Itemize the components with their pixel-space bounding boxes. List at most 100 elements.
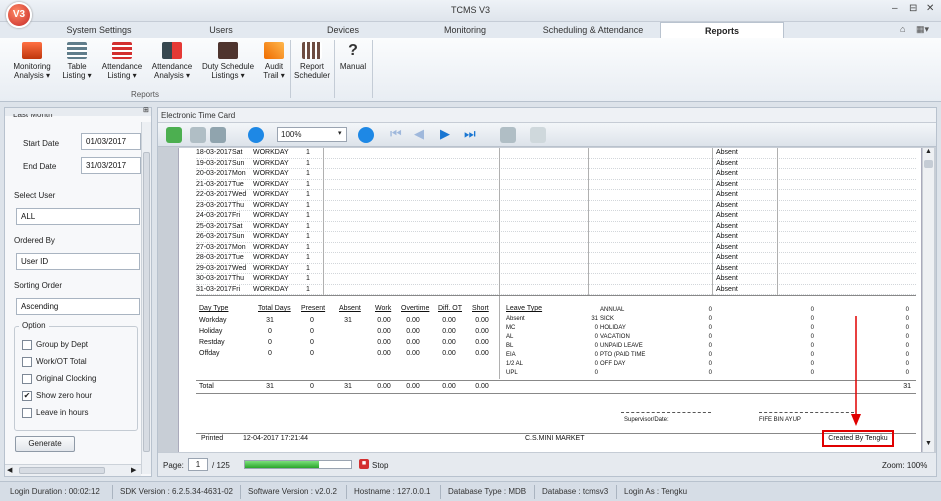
manual-button[interactable]: ? Manual bbox=[336, 40, 370, 88]
summary-cell: 0.00 bbox=[406, 383, 420, 390]
day-type: WORKDAY bbox=[253, 233, 289, 240]
day-count: 1 bbox=[306, 243, 310, 251]
day-count: 1 bbox=[306, 180, 310, 188]
hostname: Hostname : 127.0.0.1 bbox=[354, 487, 431, 496]
monitoring-analysis-button[interactable]: Monitoring Analysis ▾ bbox=[8, 40, 56, 88]
page-setup-icon[interactable] bbox=[210, 127, 226, 143]
zoom-in-icon[interactable] bbox=[358, 127, 374, 143]
attendance-listing-button[interactable]: Attendance Listing ▾ bbox=[98, 40, 146, 88]
scroll-left-icon[interactable]: ◀ bbox=[7, 466, 12, 474]
tab-monitoring[interactable]: Monitoring bbox=[402, 22, 528, 38]
restore-button[interactable]: ⊟ bbox=[909, 3, 917, 14]
calendar-icon bbox=[302, 42, 322, 59]
settings-icon[interactable] bbox=[190, 127, 206, 143]
first-page-icon[interactable]: ⏮ bbox=[390, 126, 402, 142]
tab-users[interactable]: Users bbox=[158, 22, 284, 38]
start-date-label: Start Date bbox=[23, 139, 60, 148]
original-clocking-checkbox[interactable] bbox=[22, 374, 32, 384]
zoom-out-icon[interactable] bbox=[248, 127, 264, 143]
end-date-label: End Date bbox=[23, 162, 57, 171]
annotation-arrow bbox=[851, 316, 861, 426]
tab-devices[interactable]: Devices bbox=[284, 22, 402, 38]
column-divider bbox=[499, 295, 500, 379]
style-icon[interactable]: ▦▾ bbox=[916, 24, 929, 35]
day-type: WORKDAY bbox=[253, 180, 289, 188]
day-of-week: Thu bbox=[232, 275, 245, 282]
page-number-input[interactable]: 1 bbox=[188, 458, 208, 471]
summary-header: Total Days bbox=[258, 305, 291, 312]
scroll-right-icon[interactable]: ▶ bbox=[131, 466, 136, 474]
summary-cell: 0 bbox=[268, 339, 272, 346]
last-page-icon[interactable]: ⏭ bbox=[464, 126, 476, 142]
report-scheduler-button[interactable]: Report Scheduler bbox=[292, 40, 332, 88]
minimize-button[interactable]: – bbox=[892, 3, 898, 14]
leave-col-b: 0 bbox=[810, 316, 814, 322]
zoom-dropdown[interactable]: 100% bbox=[277, 127, 347, 142]
day-row: 28-03-2017 Tue WORKDAY 1 Absent bbox=[196, 253, 916, 264]
ribbon-group-label: Reports bbox=[130, 90, 159, 99]
day-of-week: Mon bbox=[232, 170, 246, 177]
summary-cell: 0 bbox=[310, 383, 314, 390]
export-icon[interactable] bbox=[166, 127, 182, 143]
day-of-week: Sat bbox=[232, 149, 243, 156]
scroll-down-icon[interactable]: ▼ bbox=[925, 440, 932, 447]
day-type: WORKDAY bbox=[253, 212, 289, 219]
tab-scheduling-attendance[interactable]: Scheduling & Attendance bbox=[528, 22, 658, 38]
work-ot-total-checkbox[interactable] bbox=[22, 357, 32, 367]
start-date-input[interactable]: 01/03/2017 bbox=[81, 133, 141, 150]
summary-cell: 0 bbox=[310, 350, 314, 357]
print-icon[interactable] bbox=[500, 127, 516, 143]
duty-schedule-listings-button[interactable]: Duty Schedule Listings ▾ bbox=[199, 40, 257, 88]
next-page-icon[interactable]: ▶ bbox=[440, 126, 450, 142]
generate-button[interactable]: Generate bbox=[15, 436, 75, 452]
day-of-week: Sun bbox=[232, 159, 245, 167]
day-date: 27-03-2017 bbox=[196, 243, 232, 251]
software-version: Software Version : v2.0.2 bbox=[248, 487, 337, 496]
stop-button[interactable]: Stop bbox=[372, 461, 388, 470]
table-listing-button[interactable]: Table Listing ▾ bbox=[58, 40, 96, 88]
leave-in-hours-checkbox[interactable] bbox=[22, 408, 32, 418]
pin-icon[interactable]: ⊞ bbox=[143, 106, 149, 114]
day-count: 1 bbox=[306, 222, 310, 230]
summary-row: Holiday 0 0 0.00 0.00 0.00 0.00 bbox=[196, 327, 496, 338]
left-horizontal-scrollbar[interactable]: ◀ ▶ bbox=[5, 464, 141, 476]
previous-page-icon[interactable]: ◀ bbox=[414, 126, 424, 142]
leave-description: HOLIDAY bbox=[600, 325, 626, 331]
group-by-dept-checkbox[interactable] bbox=[22, 340, 32, 350]
row-divider bbox=[196, 295, 916, 296]
summary-cell: 0.00 bbox=[377, 317, 391, 324]
column-divider bbox=[323, 148, 324, 295]
day-of-week: Fri bbox=[232, 285, 241, 293]
attendance-analysis-button[interactable]: Attendance Analysis ▾ bbox=[148, 40, 196, 88]
leave-description: UNPAID LEAVE bbox=[600, 343, 643, 349]
summary-cell: Total bbox=[199, 383, 214, 390]
end-date-input[interactable]: 31/03/2017 bbox=[81, 157, 141, 174]
show-zero-hour-checkbox[interactable]: ✔ bbox=[22, 391, 32, 401]
ordered-by-dropdown[interactable]: User ID bbox=[16, 253, 140, 270]
audit-trail-button[interactable]: Audit Trail ▾ bbox=[259, 40, 289, 88]
list-icon bbox=[112, 42, 132, 59]
scroll-up-icon[interactable]: ▲ bbox=[925, 148, 932, 155]
summary-header: Day Type bbox=[199, 305, 229, 312]
tab-system-settings[interactable]: System Settings bbox=[40, 22, 158, 38]
select-user-dropdown[interactable]: ALL bbox=[16, 208, 140, 225]
column-divider bbox=[777, 148, 778, 295]
period-select[interactable]: Last Month bbox=[13, 114, 143, 120]
ribbon-collapse-icon[interactable]: ⌂ bbox=[900, 24, 905, 34]
left-vertical-scrollbar[interactable] bbox=[141, 122, 151, 474]
day-count: 1 bbox=[306, 254, 310, 261]
day-status: Absent bbox=[716, 254, 738, 261]
leave-col-c: 0 bbox=[905, 307, 909, 313]
leave-type: MC bbox=[506, 325, 516, 331]
sorting-order-dropdown[interactable]: Ascending bbox=[16, 298, 140, 315]
row-divider bbox=[196, 380, 916, 381]
summary-cell: 0.00 bbox=[442, 339, 456, 346]
email-icon[interactable] bbox=[530, 127, 546, 143]
row-divider bbox=[196, 393, 916, 394]
stop-icon[interactable]: ■ bbox=[359, 459, 369, 469]
report-vertical-scrollbar[interactable]: ▲ ▼ bbox=[922, 148, 934, 452]
ordered-by-label: Ordered By bbox=[14, 236, 55, 245]
tab-reports[interactable]: Reports bbox=[660, 22, 784, 38]
chevron-down-icon[interactable]: ▾ bbox=[338, 129, 342, 137]
close-button[interactable]: ✕ bbox=[926, 3, 934, 14]
